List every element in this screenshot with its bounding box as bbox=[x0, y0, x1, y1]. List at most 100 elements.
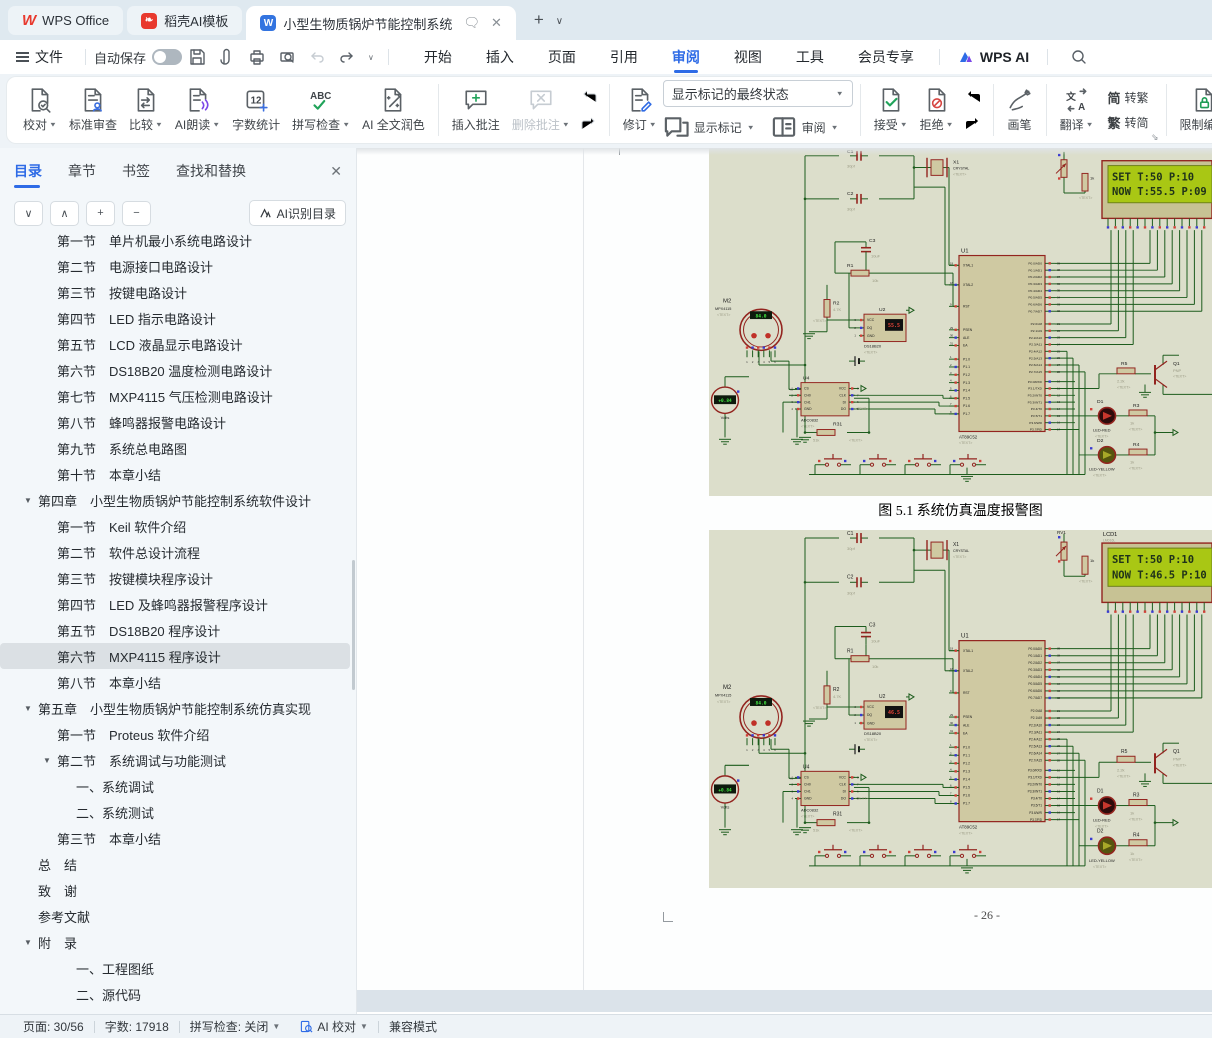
standard-review-button[interactable]: 标准审查 bbox=[63, 79, 123, 141]
markup-state-dropdown[interactable]: 显示标记的最终状态▼ bbox=[663, 80, 853, 107]
toc-item[interactable]: 一、工程图纸 bbox=[0, 955, 356, 981]
toc-item[interactable]: ▼第四章 小型生物质锅炉节能控制系统软件设计 bbox=[0, 487, 356, 513]
toc-item[interactable]: 第三节 按键电路设计 bbox=[0, 279, 356, 305]
toc-item[interactable]: 第二节 电源接口电路设计 bbox=[0, 253, 356, 279]
toc-item[interactable]: 参考文献 bbox=[0, 903, 356, 929]
new-tab-button[interactable]: + bbox=[534, 10, 544, 30]
toc-item[interactable]: ▼第五章 小型生物质锅炉节能控制系统仿真实现 bbox=[0, 695, 356, 721]
ai-read-aloud-button[interactable]: AI朗读▼ bbox=[169, 79, 226, 141]
tab-document[interactable]: W 小型生物质锅炉节能控制系统 🗨 ✕ bbox=[246, 6, 515, 40]
toc-item[interactable]: 第三节 按键模块程序设计 bbox=[0, 565, 356, 591]
print-icon[interactable] bbox=[248, 48, 266, 66]
tab-wps-office[interactable]: W WPS Office bbox=[8, 6, 123, 35]
toc-item[interactable]: 第十节 本章小结 bbox=[0, 461, 356, 487]
export-pdf-icon[interactable] bbox=[218, 48, 236, 66]
simplified-to-traditional-button[interactable]: 简转繁 bbox=[1108, 88, 1149, 107]
sidebar-tab-find-replace[interactable]: 查找和替换 bbox=[176, 148, 246, 194]
toc-item[interactable]: 二、源代码 bbox=[0, 981, 356, 1007]
sidebar-tab-toc[interactable]: 目录 bbox=[14, 148, 42, 194]
autosave-control[interactable]: 自动保存 bbox=[94, 48, 182, 67]
next-comment-button[interactable] bbox=[576, 113, 602, 135]
track-changes-button[interactable]: 修订▼ bbox=[617, 79, 663, 141]
word-count-indicator[interactable]: 字数: 17918 bbox=[95, 1018, 179, 1035]
ink-brush-button[interactable]: 画笔 bbox=[1001, 79, 1039, 141]
menu-tools[interactable]: 工具 bbox=[779, 40, 841, 74]
traditional-to-simplified-button[interactable]: 繁转简 bbox=[1108, 113, 1149, 132]
tab-list-caret[interactable]: ∨ bbox=[556, 16, 563, 27]
toc-expand-down-button[interactable]: ∨ bbox=[14, 201, 43, 226]
toc-expand-all-button[interactable]: + bbox=[86, 201, 115, 226]
toc-item[interactable]: 第三节 本章小结 bbox=[0, 825, 356, 851]
toc-item[interactable]: 第六节 DS18B20 温度检测电路设计 bbox=[0, 357, 356, 383]
menu-home[interactable]: 开始 bbox=[407, 40, 469, 74]
translate-button[interactable]: 文A 翻译▼ bbox=[1054, 79, 1100, 141]
restrict-editing-button[interactable]: 限制编辑 bbox=[1174, 79, 1212, 141]
toc-collapse-all-button[interactable]: − bbox=[122, 201, 151, 226]
accept-revision-button[interactable]: 接受▼ bbox=[868, 79, 914, 141]
toc-item[interactable]: 第四节 LED 及蜂鸣器报警程序设计 bbox=[0, 591, 356, 617]
toc-item[interactable]: ▼附 录 bbox=[0, 929, 356, 955]
toc-collapse-arrow-icon[interactable]: ▼ bbox=[43, 756, 57, 765]
toc-collapse-arrow-icon[interactable]: ▼ bbox=[24, 704, 38, 713]
toc-item[interactable]: 第五节 LCD 液晶显示电路设计 bbox=[0, 331, 356, 357]
save-icon[interactable] bbox=[188, 48, 206, 66]
toc-item[interactable]: 第一节 单片机最小系统电路设计 bbox=[0, 227, 356, 253]
ai-polish-button[interactable]: AI 全文润色 bbox=[356, 79, 431, 141]
sidebar-tab-bookmarks[interactable]: 书签 bbox=[122, 148, 150, 194]
print-preview-icon[interactable] bbox=[278, 48, 296, 66]
toc-item[interactable]: 第四节 LED 指示电路设计 bbox=[0, 305, 356, 331]
tab-comment-icon[interactable]: 🗨 bbox=[463, 15, 480, 31]
toc-item[interactable]: 一、系统调试 bbox=[0, 773, 356, 799]
menu-page[interactable]: 页面 bbox=[531, 40, 593, 74]
next-revision-button[interactable] bbox=[960, 113, 986, 135]
menu-insert[interactable]: 插入 bbox=[469, 40, 531, 74]
proofread-button[interactable]: 校对▼ bbox=[17, 79, 63, 141]
previous-revision-button[interactable] bbox=[960, 86, 986, 108]
insert-comment-button[interactable]: 插入批注 bbox=[446, 79, 506, 141]
toc-item[interactable]: ▼第二节 系统调试与功能测试 bbox=[0, 747, 356, 773]
tab-close-icon[interactable]: ✕ bbox=[491, 15, 502, 31]
ai-proofread-indicator[interactable]: AI 校对▼ bbox=[290, 1018, 378, 1035]
menu-review[interactable]: 审阅 bbox=[655, 40, 717, 74]
compatibility-mode-indicator[interactable]: 兼容模式 bbox=[379, 1018, 447, 1035]
toc-item[interactable]: 第一节 Proteus 软件介绍 bbox=[0, 721, 356, 747]
dialog-launcher-icon[interactable]: ⇘ bbox=[1151, 132, 1159, 143]
toc-item[interactable]: 第六节 MXP4115 程序设计 bbox=[0, 643, 350, 669]
toc-item[interactable]: 第二节 软件总设计流程 bbox=[0, 539, 356, 565]
wps-ai-button[interactable]: WPS AI bbox=[948, 49, 1039, 65]
autosave-toggle[interactable] bbox=[152, 49, 182, 65]
document-area[interactable]: C130pfC230pfX1CRYSTAL<TEXT>C310uFR110kR2… bbox=[357, 148, 1212, 1015]
toc-collapse-arrow-icon[interactable]: ▼ bbox=[24, 496, 38, 505]
toc-item[interactable]: 第八节 蜂鸣器报警电路设计 bbox=[0, 409, 356, 435]
toc-item[interactable]: 第八节 本章小结 bbox=[0, 669, 356, 695]
undo-icon[interactable] bbox=[308, 48, 326, 66]
search-icon[interactable] bbox=[1070, 48, 1088, 66]
word-count-button[interactable]: 12 字数统计 bbox=[226, 79, 286, 141]
spell-check-button[interactable]: ABC 拼写检查▼ bbox=[286, 79, 356, 141]
toc-collapse-up-button[interactable]: ∧ bbox=[50, 201, 79, 226]
review-pane-button[interactable]: 审阅▼ bbox=[771, 114, 839, 140]
toc-item[interactable]: 第九节 系统总电路图 bbox=[0, 435, 356, 461]
toc-item[interactable]: 第七节 MXP4115 气压检测电路设计 bbox=[0, 383, 356, 409]
toc-item[interactable]: 第五节 DS18B20 程序设计 bbox=[0, 617, 356, 643]
reject-revision-button[interactable]: 拒绝▼ bbox=[914, 79, 960, 141]
page-indicator[interactable]: 页面: 30/56 bbox=[13, 1018, 94, 1035]
show-markup-button[interactable]: 显示标记▼ bbox=[663, 114, 755, 140]
sidebar-close-icon[interactable]: ✕ bbox=[330, 163, 342, 180]
menu-reference[interactable]: 引用 bbox=[593, 40, 655, 74]
spellcheck-indicator[interactable]: 拼写检查: 关闭▼ bbox=[180, 1018, 291, 1035]
menu-member[interactable]: 会员专享 bbox=[841, 40, 931, 74]
ai-recognize-toc-button[interactable]: AI识别目录 bbox=[249, 200, 346, 226]
sidebar-scrollbar[interactable] bbox=[352, 560, 355, 690]
tab-docer-ai[interactable]: ❧ 稻壳AI模板 bbox=[127, 6, 242, 35]
sidebar-tab-chapters[interactable]: 章节 bbox=[68, 148, 96, 194]
undo-redo-caret[interactable]: ∨ bbox=[368, 53, 374, 62]
compare-button[interactable]: 比较▼ bbox=[123, 79, 169, 141]
redo-icon[interactable] bbox=[338, 48, 356, 66]
toc-item[interactable]: 第一节 Keil 软件介绍 bbox=[0, 513, 356, 539]
delete-comment-button[interactable]: 删除批注▼ bbox=[506, 79, 576, 141]
file-menu[interactable]: 文件 bbox=[0, 47, 77, 67]
previous-comment-button[interactable] bbox=[576, 86, 602, 108]
toc-item[interactable]: 二、系统测试 bbox=[0, 799, 356, 825]
toc-item[interactable]: 致 谢 bbox=[0, 877, 356, 903]
